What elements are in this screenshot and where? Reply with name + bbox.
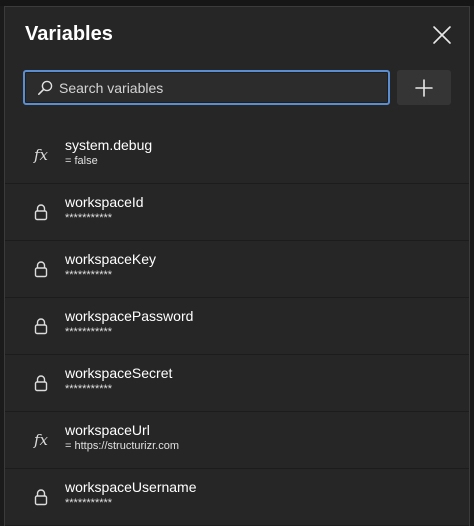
lock-icon <box>31 259 51 279</box>
search-icon <box>38 80 53 95</box>
variable-value: *********** <box>65 326 113 338</box>
variable-name: workspaceSecret <box>65 365 173 381</box>
variables-list: fx system.debug = false workspaceId ****… <box>5 127 469 526</box>
lock-icon <box>31 373 51 393</box>
variable-value: *********** <box>65 497 113 509</box>
variable-value: = https://structurizr.com <box>65 440 180 452</box>
variable-name: workspaceUrl <box>65 422 150 438</box>
search-box[interactable] <box>23 70 390 105</box>
variable-row[interactable]: workspaceUsername *********** <box>5 469 469 526</box>
variable-value: *********** <box>65 212 113 224</box>
lock-icon <box>31 487 51 507</box>
lock-icon <box>31 316 51 336</box>
search-input[interactable] <box>59 72 379 103</box>
variable-value: = false <box>65 155 98 167</box>
variables-panel: Variables fx system.debug = false <box>4 6 470 526</box>
close-icon <box>433 26 451 44</box>
fx-icon: fx <box>33 146 48 164</box>
variable-value: *********** <box>65 383 113 395</box>
variable-value: *********** <box>65 269 113 281</box>
variable-name: workspaceId <box>65 194 144 210</box>
add-variable-button[interactable] <box>397 70 451 105</box>
close-button[interactable] <box>431 24 453 46</box>
lock-icon <box>31 202 51 222</box>
fx-icon: fx <box>33 431 48 449</box>
panel-header: Variables <box>5 7 469 65</box>
variable-name: workspacePassword <box>65 308 194 324</box>
variable-row[interactable]: workspaceKey *********** <box>5 241 469 298</box>
variable-name: workspaceKey <box>65 251 157 267</box>
variable-row[interactable]: workspaceId *********** <box>5 184 469 241</box>
variable-row[interactable]: fx system.debug = false <box>5 127 469 184</box>
plus-icon <box>415 79 433 97</box>
variable-row[interactable]: fx workspaceUrl = https://structurizr.co… <box>5 412 469 469</box>
variable-name: system.debug <box>65 137 153 153</box>
panel-title: Variables <box>25 23 113 45</box>
variable-row[interactable]: workspaceSecret *********** <box>5 355 469 412</box>
variable-row[interactable]: workspacePassword *********** <box>5 298 469 355</box>
variable-name: workspaceUsername <box>65 479 197 495</box>
search-row <box>23 70 451 106</box>
